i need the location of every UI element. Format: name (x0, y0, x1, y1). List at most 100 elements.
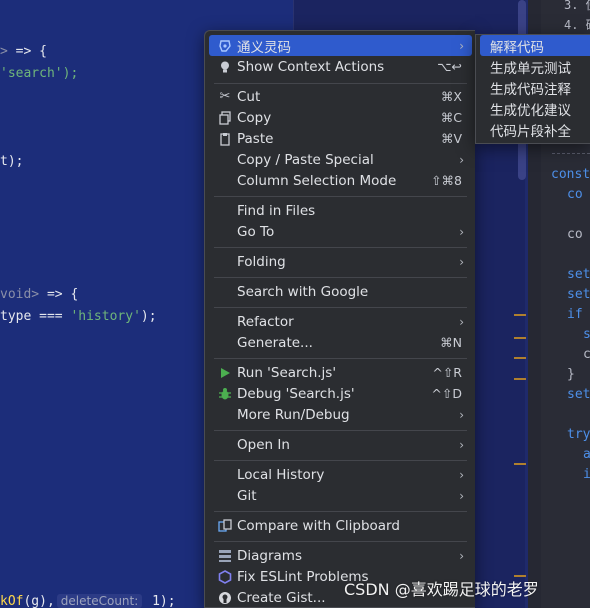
menu-item-refactor[interactable]: Refactor › (209, 311, 472, 332)
menu-item-search-with-google[interactable]: Search with Google (209, 281, 472, 302)
shortcut-label: ⇧⌘8 (431, 173, 462, 188)
submenu-item-optimization-suggestions[interactable]: 生成优化建议 (480, 98, 590, 119)
menu-item-label: Go To (237, 223, 275, 240)
code-token: c (583, 347, 590, 362)
submenu-item-label: 解释代码 (490, 39, 544, 56)
menu-item-compare-with-clipboard[interactable]: Compare with Clipboard (209, 515, 472, 536)
code-token: kOf (0, 594, 24, 608)
submenu-item-generate-unit-test[interactable]: 生成单元测试 (480, 56, 590, 77)
parameter-hint: deleteCount: (56, 594, 143, 608)
menu-item-label: Git (237, 487, 257, 504)
menu-item-label: Refactor (237, 313, 294, 330)
menu-item-show-context-actions[interactable]: Show Context Actions ⌥↩ (209, 56, 472, 77)
github-icon (217, 590, 233, 606)
menu-item-find-in-files[interactable]: Find in Files (209, 200, 472, 221)
menu-item-label: Find in Files (237, 202, 316, 219)
menu-item-label: Search with Google (237, 283, 369, 300)
code-line: kOf(g), deleteCount: 1); (0, 594, 176, 608)
code-token: 3. 使 (564, 0, 590, 12)
code-token: t); (0, 154, 24, 169)
menu-item-local-history[interactable]: Local History › (209, 464, 472, 485)
menu-item-more-run-debug[interactable]: More Run/Debug › (209, 404, 472, 425)
code-token: => { (39, 287, 79, 302)
shortcut-label: ⌥↩ (437, 59, 462, 74)
submenu-item-label: 代码片段补全 (490, 123, 571, 140)
tongyi-icon (217, 38, 233, 54)
menu-separator (214, 430, 467, 431)
code-token: a (583, 447, 590, 462)
eslint-icon (217, 569, 233, 585)
menu-item-cut[interactable]: ✂ Cut ⌘X (209, 86, 472, 107)
code-line: type === 'history'); (0, 309, 157, 324)
code-token: i (583, 467, 590, 482)
menu-item-label: Compare with Clipboard (237, 517, 400, 534)
menu-item-git[interactable]: Git › (209, 485, 472, 506)
submenu-item-generate-comments[interactable]: 生成代码注释 (480, 77, 590, 98)
chevron-right-icon: › (459, 488, 464, 503)
menu-item-label: Generate... (237, 334, 313, 351)
menu-item-go-to[interactable]: Go To › (209, 221, 472, 242)
menu-separator (214, 460, 467, 461)
menu-separator (214, 247, 467, 248)
menu-item-label: Cut (237, 88, 261, 105)
scroll-marker (514, 463, 526, 465)
menu-separator (214, 277, 467, 278)
code-token: if (567, 307, 583, 322)
tongyi-submenu: 解释代码 生成单元测试 生成代码注释 生成优化建议 代码片段补全 (475, 34, 590, 144)
code-token: ); (140, 309, 157, 324)
code-token: (g), (23, 594, 55, 608)
chevron-right-icon: › (459, 314, 464, 329)
code-token: > (0, 44, 8, 59)
run-icon (217, 365, 233, 381)
code-token: } (567, 367, 575, 382)
menu-item-label: Local History (237, 466, 325, 483)
code-line: 'search'); (0, 66, 78, 81)
code-line: t); (0, 154, 23, 169)
menu-item-column-selection-mode[interactable]: Column Selection Mode ⇧⌘8 (209, 170, 472, 191)
code-token: 1); (144, 594, 176, 608)
menu-item-debug[interactable]: Debug 'Search.js' ^⇧D (209, 383, 472, 404)
menu-item-label: Run 'Search.js' (237, 364, 337, 381)
debug-icon (217, 386, 233, 402)
menu-item-label: Paste (237, 130, 274, 147)
menu-item-label: Column Selection Mode (237, 172, 397, 189)
chevron-right-icon: › (459, 437, 464, 452)
menu-item-paste[interactable]: Paste ⌘V (209, 128, 472, 149)
shortcut-label: ⌘N (440, 335, 462, 350)
context-menu: 通义灵码 › Show Context Actions ⌥↩ ✂ Cut ⌘X … (204, 30, 475, 608)
submenu-item-label: 生成优化建议 (490, 102, 571, 119)
chevron-right-icon: › (459, 224, 464, 239)
code-token: const (551, 167, 590, 182)
code-token: void> (0, 287, 40, 302)
menu-item-copy[interactable]: Copy ⌘C (209, 107, 472, 128)
code-token: co (567, 227, 583, 242)
menu-item-label: Copy (237, 109, 272, 126)
menu-item-label: Debug 'Search.js' (237, 385, 355, 402)
menu-item-copy-paste-special[interactable]: Copy / Paste Special › (209, 149, 472, 170)
scroll-marker (514, 337, 526, 339)
menu-item-tongyi[interactable]: 通义灵码 › (209, 35, 472, 56)
chevron-right-icon: › (459, 152, 464, 167)
menu-item-label: Open In (237, 436, 290, 453)
watermark: CSDN @喜欢踢足球的老罗 (344, 580, 539, 599)
menu-item-generate[interactable]: Generate... ⌘N (209, 332, 472, 353)
code-token: co (567, 187, 583, 202)
menu-item-diagrams[interactable]: Diagrams › (209, 545, 472, 566)
menu-item-open-in[interactable]: Open In › (209, 434, 472, 455)
menu-item-label: 通义灵码 (237, 39, 291, 56)
menu-item-folding[interactable]: Folding › (209, 251, 472, 272)
lightbulb-icon (217, 59, 233, 75)
submenu-item-label: 生成单元测试 (490, 60, 571, 77)
menu-item-run[interactable]: Run 'Search.js' ^⇧R (209, 362, 472, 383)
code-token: 'search'); (0, 66, 79, 81)
submenu-item-explain-code[interactable]: 解释代码 (480, 35, 590, 56)
shortcut-label: ^⇧R (432, 365, 462, 380)
menu-item-label: Show Context Actions (237, 58, 385, 75)
submenu-item-code-completion[interactable]: 代码片段补全 (480, 119, 590, 140)
scroll-marker (514, 314, 526, 316)
menu-separator (214, 358, 467, 359)
menu-item-label: More Run/Debug (237, 406, 350, 423)
code-line: > => { (0, 44, 47, 59)
chevron-right-icon: › (459, 38, 464, 53)
scroll-marker (514, 357, 526, 359)
